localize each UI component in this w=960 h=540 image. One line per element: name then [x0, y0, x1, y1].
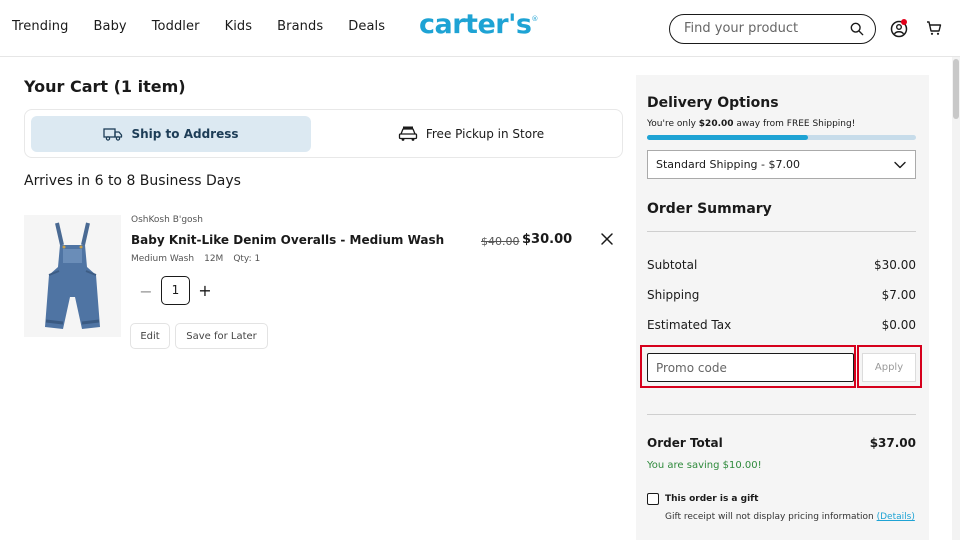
- shipping-method-select[interactable]: Standard Shipping - $7.00: [647, 150, 916, 179]
- quantity-decrease-button[interactable]: −: [138, 282, 154, 301]
- free-msg-amount: $20.00: [698, 119, 734, 129]
- order-summary-panel: Delivery Options You're only $20.00 away…: [636, 75, 929, 540]
- ship-to-address-option[interactable]: Ship to Address: [31, 116, 311, 152]
- free-msg-prefix: You're only: [647, 119, 699, 129]
- order-total-value: $37.00: [869, 436, 916, 450]
- main-nav: Trending Baby Toddler Kids Brands Deals: [12, 19, 410, 34]
- chevron-down-icon: [894, 161, 906, 169]
- product-meta: Medium Wash 12M Qty: 1: [131, 254, 260, 264]
- progress-fill: [647, 135, 809, 140]
- apply-promo-button[interactable]: Apply: [862, 353, 916, 382]
- nav-deals[interactable]: Deals: [348, 19, 385, 34]
- page-scrollbar[interactable]: [952, 57, 960, 540]
- gift-details-link[interactable]: (Details): [877, 512, 915, 522]
- free-msg-suffix: away from FREE Shipping!: [733, 119, 856, 129]
- gift-label: This order is a gift: [665, 494, 759, 504]
- notification-dot: [901, 19, 907, 25]
- cart-icon[interactable]: [926, 20, 942, 36]
- store-pickup-option[interactable]: Free Pickup in Store: [325, 116, 617, 152]
- search-bar: [669, 14, 876, 44]
- free-shipping-message: You're only $20.00 away from FREE Shippi…: [647, 119, 855, 129]
- site-header: Trending Baby Toddler Kids Brands Deals …: [0, 0, 960, 57]
- close-icon[interactable]: [600, 232, 614, 246]
- savings-message: You are saving $10.00!: [647, 460, 762, 471]
- product-qty-label: Qty: 1: [233, 254, 261, 264]
- gift-checkbox[interactable]: [647, 493, 659, 505]
- save-for-later-button[interactable]: Save for Later: [175, 323, 268, 349]
- car-icon: [398, 126, 418, 141]
- shipping-label: Shipping: [647, 288, 700, 302]
- total-divider: [647, 414, 916, 415]
- nav-trending[interactable]: Trending: [12, 19, 68, 34]
- shipping-select-value: Standard Shipping - $7.00: [656, 158, 800, 171]
- product-color: Medium Wash: [131, 254, 195, 264]
- pickup-option-label: Free Pickup in Store: [425, 127, 545, 141]
- product-image[interactable]: [24, 215, 121, 337]
- quantity-increase-button[interactable]: +: [197, 281, 213, 300]
- search-icon[interactable]: [850, 22, 864, 36]
- delivery-method-toggle: Ship to Address Free Pickup in Store: [24, 109, 623, 158]
- denim-overalls-illustration: [45, 222, 100, 329]
- nav-toddler[interactable]: Toddler: [152, 19, 200, 34]
- sale-price: $30.00: [522, 232, 573, 247]
- ship-option-label: Ship to Address: [131, 127, 239, 141]
- order-summary-title: Order Summary: [647, 201, 772, 217]
- truck-icon: [103, 128, 123, 141]
- nav-kids[interactable]: Kids: [225, 19, 253, 34]
- free-shipping-progress: [647, 135, 916, 140]
- order-total-label: Order Total: [647, 436, 723, 450]
- arrival-estimate: Arrives in 6 to 8 Business Days: [24, 173, 241, 189]
- logo-registered-mark: ®: [531, 15, 538, 23]
- search-input[interactable]: [684, 21, 844, 36]
- carters-logo[interactable]: carter's®: [419, 9, 538, 40]
- subtotal-value: $30.00: [874, 258, 916, 272]
- delivery-options-title: Delivery Options: [647, 95, 779, 111]
- logo-text: carter's: [419, 9, 532, 40]
- tax-value: $0.00: [881, 318, 916, 332]
- cart-title: Your Cart (1 item): [24, 77, 186, 96]
- scrollbar-thumb[interactable]: [953, 59, 959, 119]
- shipping-value: $7.00: [881, 288, 916, 302]
- quantity-value[interactable]: 1: [161, 276, 190, 305]
- nav-brands[interactable]: Brands: [277, 19, 323, 34]
- subtotal-label: Subtotal: [647, 258, 698, 272]
- product-size: 12M: [204, 254, 224, 264]
- product-name[interactable]: Baby Knit-Like Denim Overalls - Medium W…: [131, 233, 444, 247]
- gift-note: Gift receipt will not display pricing in…: [665, 512, 915, 522]
- promo-code-input[interactable]: [647, 353, 854, 382]
- product-brand: OshKosh B'gosh: [131, 215, 203, 225]
- gift-note-text: Gift receipt will not display pricing in…: [665, 512, 874, 522]
- edit-button[interactable]: Edit: [130, 323, 170, 349]
- original-price: $40.00: [481, 235, 520, 248]
- tax-label: Estimated Tax: [647, 318, 732, 332]
- nav-baby[interactable]: Baby: [93, 19, 126, 34]
- summary-divider: [647, 231, 916, 232]
